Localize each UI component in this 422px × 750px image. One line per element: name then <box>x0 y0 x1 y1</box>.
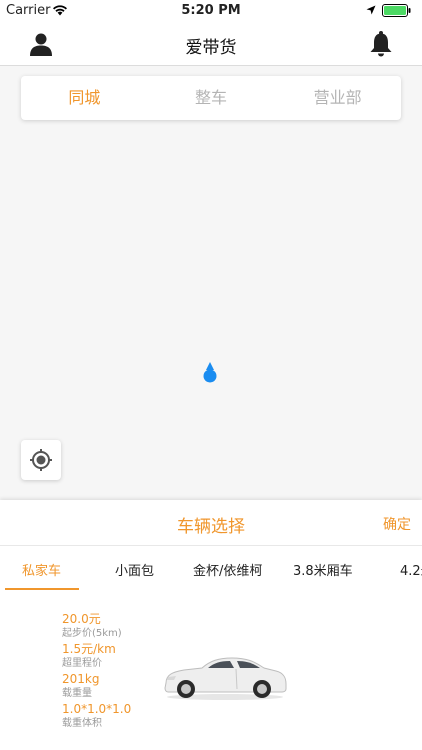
tab-same-city[interactable]: 同城 <box>21 76 148 120</box>
crosshair-icon <box>30 449 52 471</box>
tab-4-2m-truck[interactable]: 4.2米 <box>400 560 422 579</box>
vehicle-type-tabs: 私家车 小面包 金杯/依维柯 3.8米厢车 4.2米 <box>0 546 422 591</box>
load-volume-value: 1.0*1.0*1.0 <box>62 702 132 716</box>
load-weight-value: 201kg <box>62 672 100 686</box>
start-price-label: 起步价(5km) <box>62 628 122 639</box>
map-view[interactable]: 同城 整车 营业部 <box>0 67 422 500</box>
nav-bar: 爱带货 <box>0 22 422 66</box>
current-location-icon <box>203 362 217 383</box>
bell-icon[interactable] <box>368 30 394 58</box>
panel-header: 车辆选择 确定 <box>0 500 422 546</box>
start-price-value: 20.0元 <box>62 612 101 626</box>
tab-private-car[interactable]: 私家车 <box>22 560 61 579</box>
tab-full-truck[interactable]: 整车 <box>148 76 275 120</box>
over-mileage-value: 1.5元/km <box>62 642 116 656</box>
load-weight-label: 载重量 <box>62 688 92 699</box>
active-tab-indicator <box>5 588 79 590</box>
page-title: 爱带货 <box>185 38 237 58</box>
status-time: 5:20 PM <box>181 3 241 18</box>
over-mileage-label: 超里程价 <box>62 658 102 669</box>
location-arrow-icon <box>366 5 376 15</box>
vehicle-selection-panel: 车辆选择 确定 私家车 小面包 金杯/依维柯 3.8米厢车 4.2米 20.0元… <box>0 500 422 750</box>
locate-me-button[interactable] <box>21 440 61 480</box>
load-volume-label: 载重体积 <box>62 718 102 729</box>
mode-tabs: 同城 整车 营业部 <box>21 76 401 120</box>
car-image <box>164 657 287 700</box>
panel-title: 车辆选择 <box>177 517 245 537</box>
tab-jinbei-iveco[interactable]: 金杯/依维柯 <box>193 560 262 579</box>
tab-3-8m-van[interactable]: 3.8米厢车 <box>293 560 353 579</box>
battery-icon <box>382 4 411 17</box>
tab-minivan[interactable]: 小面包 <box>115 560 154 579</box>
vehicle-specs: 20.0元 起步价(5km) 1.5元/km 超里程价 201kg 载重量 1.… <box>62 612 172 732</box>
status-bar: Carrier 5:20 PM <box>0 0 422 22</box>
tab-business-office[interactable]: 营业部 <box>274 76 401 120</box>
confirm-button[interactable]: 确定 <box>383 514 411 534</box>
